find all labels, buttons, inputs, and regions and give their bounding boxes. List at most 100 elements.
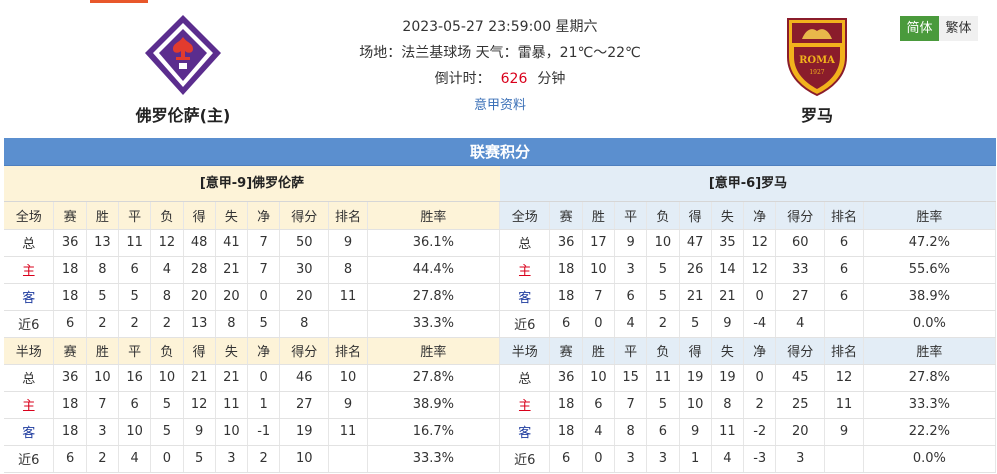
table-cell: 18: [549, 418, 583, 446]
table-cell: 17: [582, 229, 615, 257]
table-row: 主 18 8 6 4 28 21 7 30 8 44.4%: [4, 256, 501, 284]
match-countdown: 倒计时： 626 分钟: [300, 66, 700, 92]
table-cell: 27.8%: [367, 364, 501, 392]
table-row: 客 18 5 5 8 20 20 0 20 11 27.8%: [4, 283, 501, 311]
table-cell: 11: [328, 283, 368, 311]
row-label: 近6: [4, 445, 55, 473]
column-header: 胜: [582, 337, 615, 365]
table-cell: 44.4%: [367, 256, 501, 284]
column-header: 排名: [328, 337, 368, 365]
column-header: 平: [614, 337, 648, 365]
table-row: 总 36 10 15 11 19 19 0 45 12 27.8%: [500, 364, 997, 392]
table-cell: 20: [279, 283, 330, 311]
column-header: 负: [646, 337, 680, 365]
table-cell: 10: [328, 364, 368, 392]
table-cell: 15: [614, 364, 648, 392]
table-cell: 9: [824, 418, 864, 446]
lang-simplified-button[interactable]: 简体: [900, 16, 939, 41]
table-cell: [824, 310, 864, 338]
column-header: 赛: [53, 337, 87, 365]
roma-logo: ROMA 1927: [774, 12, 860, 98]
table-cell: 10: [215, 418, 249, 446]
table-cell: 9: [183, 418, 216, 446]
away-team-name: 罗马: [800, 106, 833, 125]
table-cell: 20: [215, 283, 249, 311]
table-cell: 12: [824, 364, 864, 392]
fiorentina-logo: [140, 12, 226, 98]
table-cell: 8: [279, 310, 330, 338]
column-header: 赛: [549, 202, 583, 230]
table-cell: 27.8%: [367, 283, 501, 311]
table-cell: 4: [711, 445, 745, 473]
column-header: 全场: [4, 202, 55, 230]
table-cell: 11: [215, 391, 249, 419]
language-toggle: 简体 繁体: [900, 16, 978, 41]
column-header: 排名: [824, 337, 864, 365]
table-cell: 12: [743, 229, 777, 257]
table-cell: 13: [183, 310, 216, 338]
table-cell: 21: [711, 283, 745, 311]
table-cell: -1: [247, 418, 281, 446]
away-team[interactable]: ROMA 1927 罗马: [747, 12, 887, 126]
table-cell: 10: [582, 364, 615, 392]
full-header-row: 全场赛胜平负得失净得分 排名 胜率: [4, 202, 501, 230]
table-cell: 6: [614, 283, 648, 311]
table-cell: 6: [118, 256, 152, 284]
table-cell: 19: [279, 418, 330, 446]
row-label: 主: [4, 256, 55, 284]
table-cell: 36: [549, 229, 583, 257]
table-cell: [328, 310, 368, 338]
table-row: 总 36 10 16 10 21 21 0 46 10 27.8%: [4, 364, 501, 392]
column-header: 净: [743, 202, 777, 230]
table-cell: 8: [86, 256, 119, 284]
table-cell: 6: [824, 256, 864, 284]
table-cell: 7: [247, 256, 281, 284]
table-cell: 12: [150, 229, 184, 257]
column-header: 失: [711, 337, 745, 365]
home-team[interactable]: 佛罗伦萨(主): [113, 12, 253, 126]
roma-logo-year: 1927: [809, 69, 824, 76]
row-label: 近6: [500, 310, 551, 338]
table-cell: 3: [614, 256, 648, 284]
table-cell: 0.0%: [863, 310, 997, 338]
table-cell: 10: [118, 418, 152, 446]
row-label: 总: [500, 364, 551, 392]
away-standings-title: [意甲-6]罗马: [500, 166, 996, 202]
table-cell: 5: [646, 256, 680, 284]
row-label: 近6: [4, 310, 55, 338]
column-header: 得: [679, 337, 712, 365]
table-cell: 11: [118, 229, 152, 257]
table-cell: -2: [743, 418, 777, 446]
row-label: 客: [500, 418, 551, 446]
table-cell: 18: [549, 256, 583, 284]
column-header: 失: [711, 202, 745, 230]
column-header: 赛: [53, 202, 87, 230]
table-cell: 18: [53, 256, 87, 284]
table-cell: 5: [646, 391, 680, 419]
row-label: 客: [4, 418, 55, 446]
table-cell: 6: [118, 391, 152, 419]
column-header: 平: [118, 337, 152, 365]
table-cell: 3: [215, 445, 249, 473]
table-cell: 36: [53, 229, 87, 257]
table-cell: 41: [215, 229, 249, 257]
home-standings-panel: [意甲-9]佛罗伦萨 全场赛胜平负得失净得分 排名 胜率总 36 13 11 12 48 41 7…: [4, 166, 501, 473]
table-cell: 33.3%: [863, 391, 997, 419]
table-cell: 45: [775, 364, 826, 392]
table-cell: [328, 445, 368, 473]
column-header: 半场: [500, 337, 551, 365]
match-venue-weather: 场地：法兰基球场 天气：雷暴，21℃～22℃: [359, 45, 641, 61]
table-cell: 27: [775, 283, 826, 311]
column-header: 得分: [775, 202, 826, 230]
league-info-link[interactable]: 意甲资料: [474, 98, 526, 113]
lang-traditional-button[interactable]: 繁体: [939, 16, 978, 41]
table-cell: 6: [824, 229, 864, 257]
column-header: 失: [215, 202, 249, 230]
table-row: 客 18 3 10 5 9 10 -1 19 11 16.7%: [4, 418, 501, 446]
table-cell: 9: [328, 391, 368, 419]
column-header: 得分: [775, 337, 826, 365]
table-cell: 0: [582, 445, 615, 473]
table-cell: 48: [183, 229, 216, 257]
table-cell: 33: [775, 256, 826, 284]
table-cell: 5: [150, 391, 184, 419]
